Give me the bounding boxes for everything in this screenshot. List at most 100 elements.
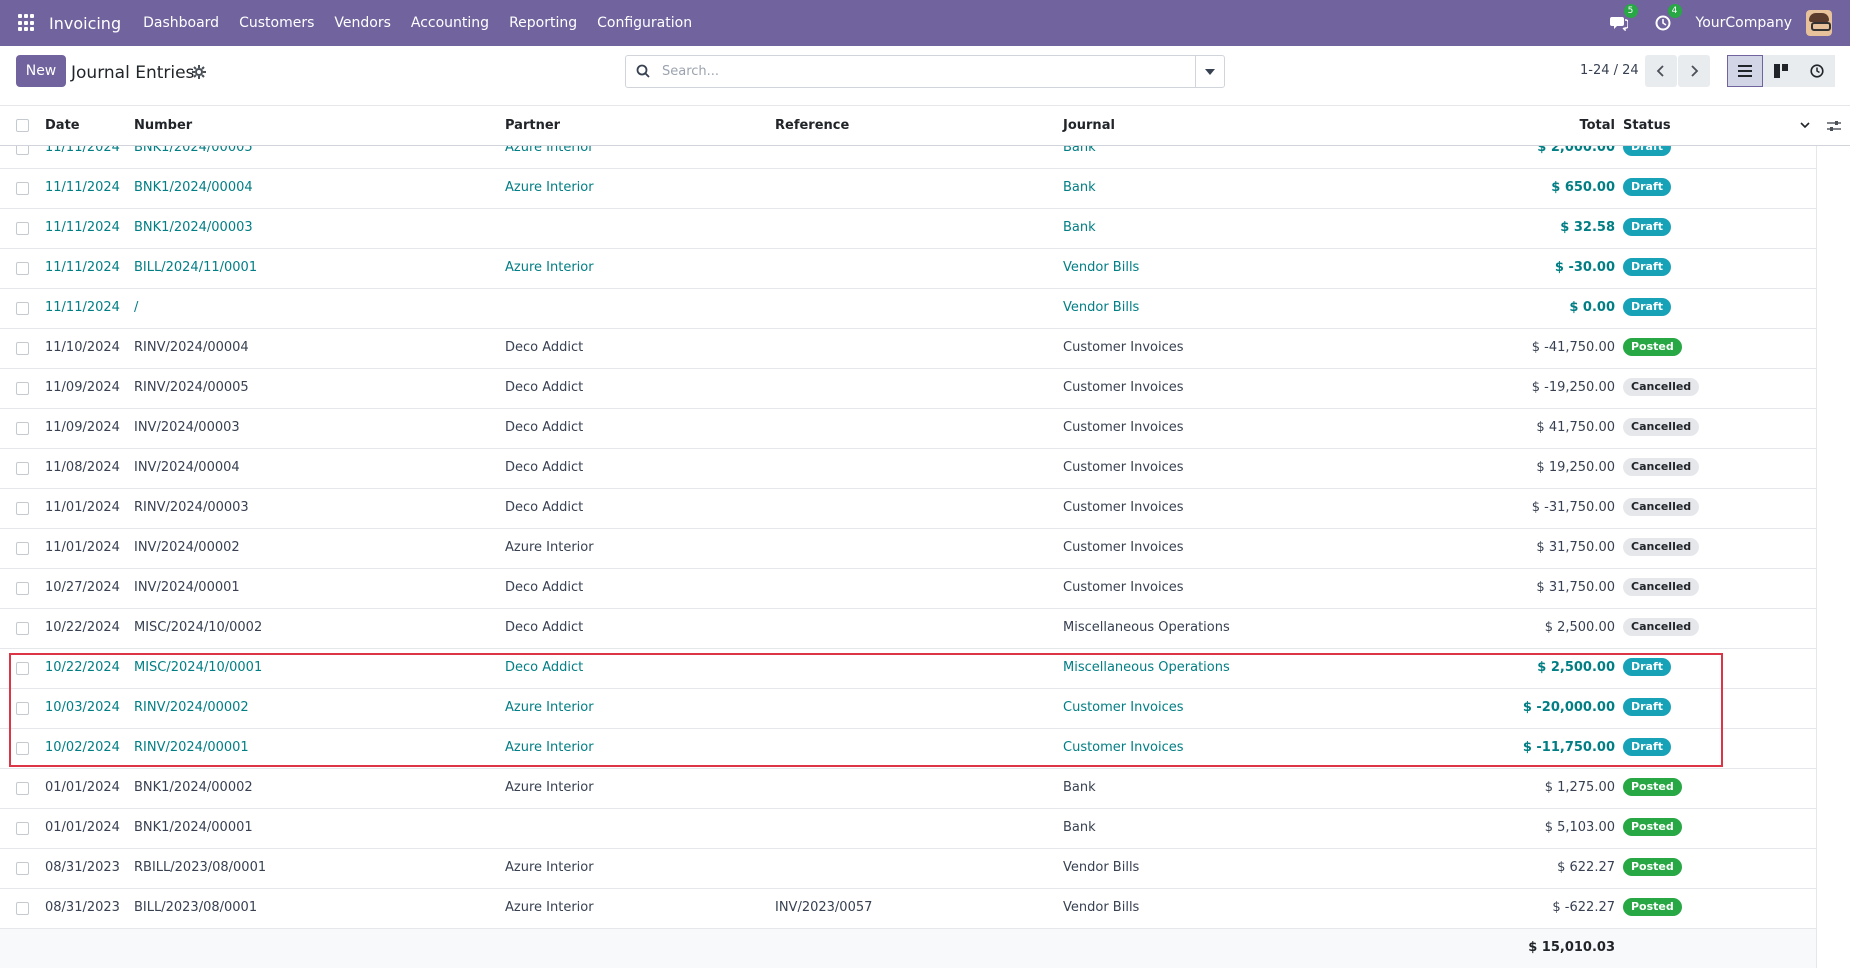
status-badge: Cancelled xyxy=(1623,458,1700,476)
cell-total: $ 41,750.00 xyxy=(1536,420,1615,435)
row-checkbox[interactable] xyxy=(16,662,29,675)
table-row[interactable]: 11/10/2024 RINV/2024/00004 Deco Addict Cust… xyxy=(0,329,1816,369)
cell-journal: Customer Invoices xyxy=(1063,740,1184,755)
row-checkbox[interactable] xyxy=(16,822,29,835)
cell-partner: Azure Interior xyxy=(505,260,594,275)
cell-date: 11/09/2024 xyxy=(45,420,120,435)
header-status[interactable]: Status xyxy=(1623,118,1671,133)
menu-vendors[interactable]: Vendors xyxy=(324,0,400,46)
table-row[interactable]: 01/01/2024 BNK1/2024/00002 Azure Interior B… xyxy=(0,769,1816,809)
optional-columns-sliders-icon[interactable] xyxy=(1826,118,1842,134)
table-row[interactable]: 11/11/2024 BNK1/2024/00004 Azure Interior B… xyxy=(0,169,1816,209)
table-row[interactable]: 11/01/2024 RINV/2024/00003 Deco Addict Cust… xyxy=(0,489,1816,529)
header-total[interactable]: Total xyxy=(1530,118,1615,133)
table-row[interactable]: 11/11/2024 BNK1/2024/00003 Bank $ 32.58 Draf… xyxy=(0,209,1816,249)
row-checkbox[interactable] xyxy=(16,782,29,795)
kanban-view-button[interactable] xyxy=(1763,55,1799,87)
row-checkbox[interactable] xyxy=(16,182,29,195)
cell-number: RINV/2024/00004 xyxy=(134,340,249,355)
cell-journal: Miscellaneous Operations xyxy=(1063,620,1230,635)
status-badge: Cancelled xyxy=(1623,618,1700,636)
row-checkbox[interactable] xyxy=(16,702,29,715)
cell-total: $ 2,500.00 xyxy=(1537,660,1615,675)
table-row[interactable]: 08/31/2023 BILL/2023/08/0001 Azure Interio… xyxy=(0,889,1816,929)
row-checkbox[interactable] xyxy=(16,742,29,755)
cell-journal: Miscellaneous Operations xyxy=(1063,660,1230,675)
activity-view-button[interactable] xyxy=(1799,55,1835,87)
cell-number: BNK1/2024/00003 xyxy=(134,220,253,235)
header-number[interactable]: Number xyxy=(134,118,192,133)
cell-date: 11/09/2024 xyxy=(45,380,120,395)
pager-previous-button[interactable] xyxy=(1645,55,1677,87)
row-checkbox[interactable] xyxy=(16,902,29,915)
cell-journal: Vendor Bills xyxy=(1063,900,1140,915)
header-partner[interactable]: Partner xyxy=(505,118,560,133)
row-checkbox[interactable] xyxy=(16,382,29,395)
table-row[interactable]: 10/22/2024 MISC/2024/10/0002 Deco Addict Mi… xyxy=(0,609,1816,649)
chevron-right-icon xyxy=(1691,65,1699,77)
cell-total: $ 19,250.00 xyxy=(1536,460,1615,475)
row-checkbox[interactable] xyxy=(16,622,29,635)
cell-journal: Customer Invoices xyxy=(1063,380,1184,395)
row-checkbox[interactable] xyxy=(16,502,29,515)
status-badge: Posted xyxy=(1623,338,1682,356)
table-row[interactable]: 08/31/2023 RBILL/2023/08/0001 Azure Interi… xyxy=(0,849,1816,889)
top-navbar: Invoicing Dashboard Customers Vendors Ac… xyxy=(0,0,1850,46)
table-row[interactable]: 11/11/2024 / Vendor Bills $ 0.00 Draft xyxy=(0,289,1816,329)
menu-customers[interactable]: Customers xyxy=(229,0,324,46)
cell-total: $ 650.00 xyxy=(1551,180,1615,195)
user-avatar[interactable] xyxy=(1806,10,1832,36)
activities-clock-icon[interactable]: 4 xyxy=(1652,4,1682,34)
company-switcher[interactable]: YourCompany xyxy=(1696,15,1793,31)
cell-total: $ 0.00 xyxy=(1569,300,1615,315)
header-reference[interactable]: Reference xyxy=(775,118,849,133)
pager-next-button[interactable] xyxy=(1678,55,1710,87)
column-chevron-down-icon[interactable] xyxy=(1798,118,1812,132)
list-view-button[interactable] xyxy=(1727,55,1763,87)
cell-journal: Customer Invoices xyxy=(1063,340,1184,355)
table-row[interactable]: 11/01/2024 INV/2024/00002 Azure Interior Cu… xyxy=(0,529,1816,569)
search-input[interactable] xyxy=(662,56,1182,87)
row-checkbox[interactable] xyxy=(16,262,29,275)
row-checkbox[interactable] xyxy=(16,342,29,355)
row-checkbox[interactable] xyxy=(16,582,29,595)
cell-number: INV/2024/00003 xyxy=(134,420,240,435)
row-checkbox[interactable] xyxy=(16,422,29,435)
header-journal[interactable]: Journal xyxy=(1063,118,1115,133)
row-checkbox[interactable] xyxy=(16,302,29,315)
messages-icon[interactable]: 5 xyxy=(1608,4,1638,34)
table-header: Date Number Partner Reference Journal To… xyxy=(0,106,1850,146)
pager-value[interactable]: 1-24 / 24 xyxy=(1580,63,1639,78)
table-row[interactable]: 11/11/2024 BILL/2024/11/0001 Azure Interio… xyxy=(0,249,1816,289)
cell-journal: Bank xyxy=(1063,780,1096,795)
table-row[interactable]: 11/09/2024 INV/2024/00003 Deco Addict Custo… xyxy=(0,409,1816,449)
menu-dashboard[interactable]: Dashboard xyxy=(133,0,229,46)
table-row[interactable]: 10/02/2024 RINV/2024/00001 Azure Interior C… xyxy=(0,729,1816,769)
cell-total: $ 31,750.00 xyxy=(1536,540,1615,555)
menu-configuration[interactable]: Configuration xyxy=(587,0,702,46)
new-button[interactable]: New xyxy=(16,55,66,87)
table-row[interactable]: 10/27/2024 INV/2024/00001 Deco Addict Custo… xyxy=(0,569,1816,609)
row-checkbox[interactable] xyxy=(16,862,29,875)
app-name[interactable]: Invoicing xyxy=(49,14,121,33)
cell-total: $ 5,103.00 xyxy=(1544,820,1615,835)
gear-icon[interactable] xyxy=(192,65,206,79)
search-options-toggle[interactable] xyxy=(1195,56,1224,87)
menu-reporting[interactable]: Reporting xyxy=(499,0,587,46)
row-checkbox[interactable] xyxy=(16,462,29,475)
table-row[interactable]: 11/08/2024 INV/2024/00004 Deco Addict Custo… xyxy=(0,449,1816,489)
table-row[interactable]: 10/22/2024 MISC/2024/10/0001 Deco Addict Mi… xyxy=(0,649,1816,689)
cell-total: $ -622.27 xyxy=(1552,900,1615,915)
header-date[interactable]: Date xyxy=(45,118,80,133)
row-checkbox[interactable] xyxy=(16,542,29,555)
cell-date: 11/01/2024 xyxy=(45,500,120,515)
apps-menu-icon[interactable] xyxy=(18,14,36,32)
cell-date: 08/31/2023 xyxy=(45,860,120,875)
table-row[interactable]: 10/03/2024 RINV/2024/00002 Azure Interior C… xyxy=(0,689,1816,729)
table-row[interactable]: 01/01/2024 BNK1/2024/00001 Bank $ 5,103.00 P… xyxy=(0,809,1816,849)
table-row[interactable]: 11/09/2024 RINV/2024/00005 Deco Addict Cust… xyxy=(0,369,1816,409)
status-badge: Posted xyxy=(1623,778,1682,796)
row-checkbox[interactable] xyxy=(16,222,29,235)
menu-accounting[interactable]: Accounting xyxy=(401,0,499,46)
select-all-checkbox[interactable] xyxy=(16,119,29,132)
